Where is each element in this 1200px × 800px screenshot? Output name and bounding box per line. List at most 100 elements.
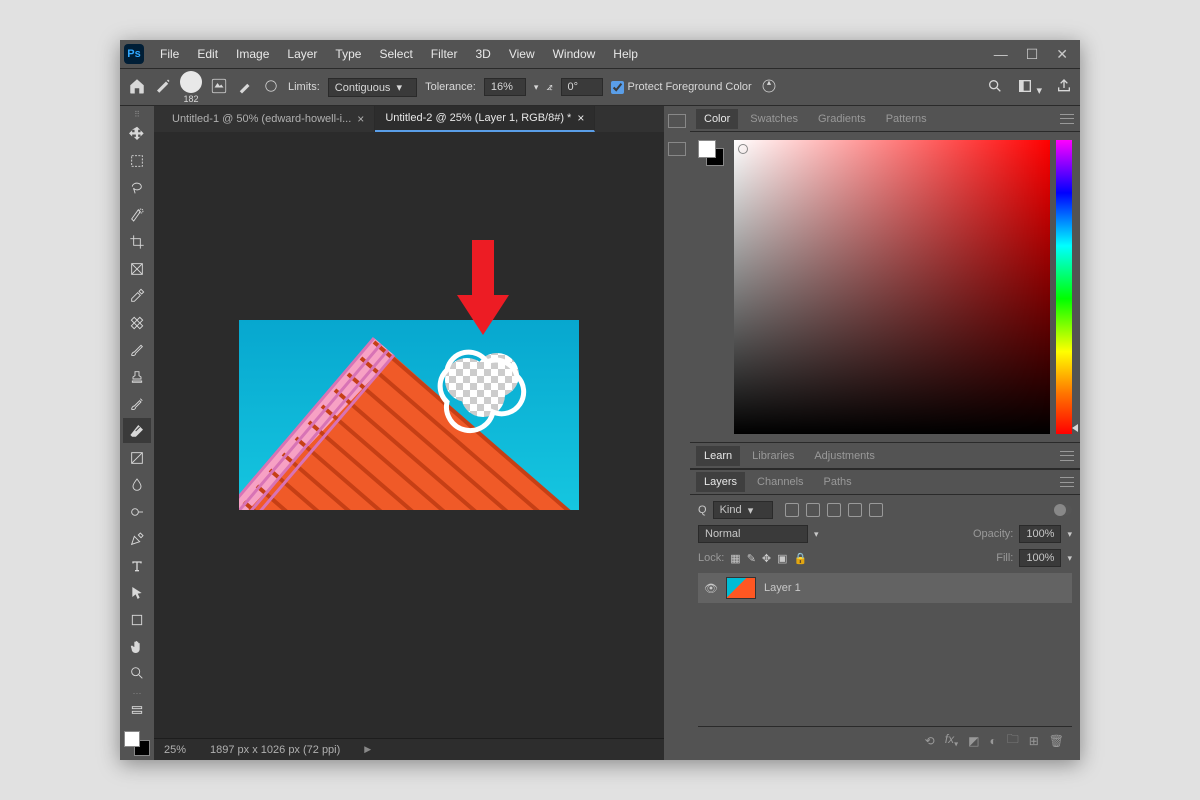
grip-icon[interactable]: ⠿ [123, 110, 151, 120]
pressure-size-button[interactable] [760, 77, 778, 98]
close-button[interactable]: ✕ [1056, 46, 1068, 63]
foreground-color[interactable] [124, 731, 140, 747]
tolerance-input[interactable]: 16% [484, 78, 526, 96]
pressure-opacity-button[interactable] [262, 77, 280, 98]
brush-panel-button[interactable] [236, 77, 254, 98]
menu-filter[interactable]: Filter [423, 43, 466, 65]
status-chevron-icon[interactable]: ▶ [364, 744, 371, 755]
blur-tool[interactable] [123, 472, 151, 497]
crop-tool[interactable] [123, 229, 151, 254]
adjustment-layer-icon[interactable]: ◐ [989, 734, 996, 748]
zoom-tool[interactable] [123, 661, 151, 686]
workspace-switcher[interactable]: ▾ [1017, 78, 1042, 97]
collapsed-panel-2[interactable] [668, 142, 686, 156]
tab-paths[interactable]: Paths [816, 472, 860, 492]
menu-edit[interactable]: Edit [189, 43, 226, 65]
new-layer-icon[interactable]: ⊞ [1029, 734, 1039, 748]
brush-tool[interactable] [123, 337, 151, 362]
fill-input[interactable]: 100% [1019, 549, 1061, 567]
menu-layer[interactable]: Layer [279, 43, 325, 65]
filter-smart-icon[interactable] [869, 503, 883, 517]
close-icon[interactable]: × [357, 112, 364, 126]
group-icon[interactable]: 🗀 [1007, 730, 1019, 751]
hand-tool[interactable] [123, 634, 151, 659]
eyedropper-tool[interactable] [123, 283, 151, 308]
menu-select[interactable]: Select [371, 43, 420, 65]
filter-shape-icon[interactable] [848, 503, 862, 517]
healing-tool[interactable] [123, 310, 151, 335]
move-tool[interactable] [123, 122, 151, 147]
filter-type-icon[interactable] [827, 503, 841, 517]
panel-menu-icon[interactable] [1060, 114, 1074, 124]
lock-all-icon[interactable]: 🔒 [794, 552, 808, 565]
tab-channels[interactable]: Channels [749, 472, 811, 492]
document-tab-2[interactable]: Untitled-2 @ 25% (Layer 1, RGB/8#) *× [375, 106, 595, 132]
tab-layers[interactable]: Layers [696, 472, 745, 492]
lasso-tool[interactable] [123, 176, 151, 201]
shape-tool[interactable] [123, 607, 151, 632]
link-layers-icon[interactable]: ⟲ [925, 734, 935, 748]
color-field[interactable] [734, 140, 1050, 434]
layer-name[interactable]: Layer 1 [764, 582, 801, 594]
tab-patterns[interactable]: Patterns [878, 109, 935, 129]
lock-position-icon[interactable]: ✥ [762, 552, 771, 565]
home-button[interactable] [128, 77, 146, 98]
panel-menu-icon[interactable] [1060, 477, 1074, 487]
marquee-tool[interactable] [123, 149, 151, 174]
share-button[interactable] [1056, 78, 1072, 97]
menu-view[interactable]: View [501, 43, 543, 65]
eraser-tool[interactable] [123, 418, 151, 443]
tab-adjustments[interactable]: Adjustments [806, 446, 883, 466]
gradient-tool[interactable] [123, 445, 151, 470]
close-icon[interactable]: × [577, 111, 584, 125]
collapsed-panel-1[interactable] [668, 114, 686, 128]
frame-tool[interactable] [123, 256, 151, 281]
tab-learn[interactable]: Learn [696, 446, 740, 466]
lock-artboard-icon[interactable]: ▣ [777, 552, 787, 565]
menu-file[interactable]: File [152, 43, 187, 65]
search-button[interactable] [987, 78, 1003, 97]
document-tab-1[interactable]: Untitled-1 @ 50% (edward-howell-i...× [162, 106, 375, 132]
tab-swatches[interactable]: Swatches [742, 109, 806, 129]
blend-mode-select[interactable]: Normal [698, 525, 808, 543]
panel-menu-icon[interactable] [1060, 451, 1074, 461]
quick-select-tool[interactable] [123, 203, 151, 228]
brush-preview[interactable]: 182 [180, 71, 202, 104]
limits-select[interactable]: Contiguous ▾ [328, 78, 417, 97]
zoom-value[interactable]: 25% [164, 744, 186, 756]
delete-layer-icon[interactable]: 🗑 [1049, 734, 1064, 748]
history-brush-tool[interactable] [123, 391, 151, 416]
lock-transparent-icon[interactable]: ▦ [730, 552, 740, 565]
brush-settings-button[interactable] [210, 77, 228, 98]
visibility-icon[interactable]: 👁 [704, 582, 718, 595]
lock-pixels-icon[interactable]: ✎ [747, 552, 756, 565]
edit-toolbar-button[interactable] [123, 698, 151, 723]
minimize-button[interactable]: — [994, 46, 1008, 63]
protect-foreground-checkbox[interactable]: Protect Foreground Color [611, 81, 752, 94]
canvas[interactable] [154, 132, 664, 738]
type-tool[interactable] [123, 553, 151, 578]
angle-input[interactable]: 0° [561, 78, 603, 96]
menu-image[interactable]: Image [228, 43, 277, 65]
opacity-input[interactable]: 100% [1019, 525, 1061, 543]
filter-toggle[interactable] [1054, 505, 1072, 515]
pen-tool[interactable] [123, 526, 151, 551]
color-panel-swatches[interactable] [698, 140, 728, 434]
maximize-button[interactable]: ☐ [1026, 46, 1039, 63]
layer-filter-select[interactable]: Kind ▾ [713, 501, 773, 519]
menu-help[interactable]: Help [605, 43, 646, 65]
dodge-tool[interactable] [123, 499, 151, 524]
hue-slider[interactable] [1056, 140, 1072, 434]
layer-mask-icon[interactable]: ◩ [968, 734, 979, 748]
tab-gradients[interactable]: Gradients [810, 109, 874, 129]
tool-preset-button[interactable] [154, 77, 172, 98]
toolbar-more[interactable]: ⋯ [133, 688, 142, 696]
path-select-tool[interactable] [123, 580, 151, 605]
layer-style-icon[interactable]: fx▾ [945, 732, 958, 748]
tab-color[interactable]: Color [696, 109, 738, 129]
color-swatches[interactable] [124, 731, 150, 756]
layer-row[interactable]: 👁 Layer 1 [698, 573, 1072, 603]
tab-libraries[interactable]: Libraries [744, 446, 802, 466]
menu-3d[interactable]: 3D [467, 43, 498, 65]
filter-pixel-icon[interactable] [785, 503, 799, 517]
